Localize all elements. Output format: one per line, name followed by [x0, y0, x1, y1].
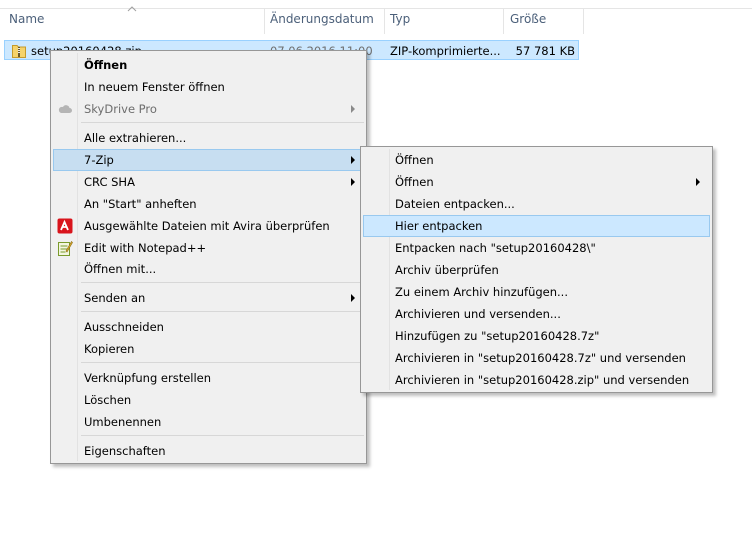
- menu-separator: [81, 435, 364, 436]
- zip-folder-icon: [12, 45, 26, 58]
- column-separator[interactable]: [384, 8, 385, 34]
- 7zip-item-open-sub[interactable]: Öffnen: [363, 171, 710, 193]
- menu-separator: [81, 122, 364, 123]
- menu-item-create-shortcut[interactable]: Verknüpfung erstellen: [53, 367, 364, 389]
- menu-item-copy[interactable]: Kopieren: [53, 338, 364, 360]
- menu-item-crc-sha[interactable]: CRC SHA: [53, 171, 364, 193]
- submenu-arrow-icon: [351, 156, 355, 164]
- 7zip-item-compress-7z-email[interactable]: Archivieren in "setup20160428.7z" und ve…: [363, 347, 710, 369]
- submenu-arrow-icon: [696, 178, 700, 186]
- column-size[interactable]: Größe: [510, 12, 546, 26]
- header-divider: [0, 8, 752, 9]
- column-date[interactable]: Änderungsdatum: [270, 12, 374, 26]
- column-separator[interactable]: [583, 8, 584, 34]
- menu-item-avira-scan[interactable]: Ausgewählte Dateien mit Avira überprüfen: [53, 215, 364, 237]
- 7zip-submenu: Öffnen Öffnen Dateien entpacken... Hier …: [360, 146, 713, 393]
- menu-item-extract-all[interactable]: Alle extrahieren...: [53, 127, 364, 149]
- menu-item-open-new-window[interactable]: In neuem Fenster öffnen: [53, 76, 364, 98]
- menu-item-open[interactable]: Öffnen: [53, 54, 364, 76]
- context-menu: Öffnen In neuem Fenster öffnen SkyDrive …: [50, 50, 367, 464]
- 7zip-item-test-archive[interactable]: Archiv überprüfen: [363, 259, 710, 281]
- menu-item-send-to[interactable]: Senden an: [53, 287, 364, 309]
- file-type: ZIP-komprimierte...: [390, 44, 501, 58]
- 7zip-item-open[interactable]: Öffnen: [363, 149, 710, 171]
- 7zip-item-compress-zip-email[interactable]: Archivieren in "setup20160428.zip" und v…: [363, 369, 710, 391]
- menu-separator: [81, 362, 364, 363]
- menu-separator: [81, 311, 364, 312]
- submenu-arrow-icon: [351, 294, 355, 302]
- column-header: Name Änderungsdatum Typ Größe: [0, 0, 752, 34]
- 7zip-item-add-to-7z[interactable]: Hinzufügen zu "setup20160428.7z": [363, 325, 710, 347]
- file-size: 57 781 KB: [515, 44, 575, 58]
- 7zip-item-extract-to[interactable]: Entpacken nach "setup20160428\": [363, 237, 710, 259]
- column-separator[interactable]: [503, 8, 504, 34]
- menu-item-rename[interactable]: Umbenennen: [53, 411, 364, 433]
- menu-item-properties[interactable]: Eigenschaften: [53, 440, 364, 462]
- submenu-arrow-icon: [351, 178, 355, 186]
- menu-item-cut[interactable]: Ausschneiden: [53, 316, 364, 338]
- column-separator[interactable]: [264, 8, 265, 34]
- 7zip-item-extract-files[interactable]: Dateien entpacken...: [363, 193, 710, 215]
- 7zip-item-extract-here[interactable]: Hier entpacken: [363, 215, 710, 237]
- cloud-icon: [58, 105, 72, 113]
- menu-item-edit-notepad[interactable]: Edit with Notepad++: [53, 237, 364, 259]
- 7zip-item-add-to-archive[interactable]: Zu einem Archiv hinzufügen...: [363, 281, 710, 303]
- menu-item-7zip[interactable]: 7-Zip: [53, 149, 364, 171]
- column-name[interactable]: Name: [9, 12, 44, 26]
- submenu-arrow-icon: [351, 105, 355, 113]
- menu-item-open-with[interactable]: Öffnen mit...: [53, 258, 364, 280]
- column-type[interactable]: Typ: [390, 12, 410, 26]
- menu-separator: [81, 282, 364, 283]
- menu-item-delete[interactable]: Löschen: [53, 389, 364, 411]
- notepad-plus-plus-icon: [58, 241, 73, 256]
- menu-item-skydrive-pro[interactable]: SkyDrive Pro: [53, 98, 364, 120]
- 7zip-item-compress-email[interactable]: Archivieren und versenden...: [363, 303, 710, 325]
- menu-item-pin-start[interactable]: An "Start" anheften: [53, 193, 364, 215]
- sort-ascending-icon: [127, 6, 137, 12]
- avira-icon: [57, 218, 73, 234]
